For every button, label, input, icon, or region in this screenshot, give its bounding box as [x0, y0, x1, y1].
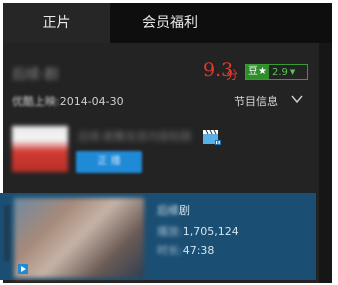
- play-icon: [18, 264, 28, 274]
- scrollbar[interactable]: [319, 43, 332, 283]
- episode-title-suffix: 剧: [179, 204, 190, 217]
- show-title: 后续·剧: [12, 67, 59, 83]
- tab-bar: 正片 会员福利: [3, 3, 332, 43]
- episode-thumbnail[interactable]: [14, 198, 144, 278]
- score-unit: 分: [226, 68, 239, 82]
- online-date-value: 2014-04-30: [59, 95, 124, 108]
- duration: 时长:47:38: [157, 242, 214, 258]
- tab-member-benefits[interactable]: 会员福利: [110, 3, 230, 43]
- play-count: 播放:1,705,124: [157, 223, 239, 239]
- play-button[interactable]: 正 播: [76, 151, 142, 173]
- clapperboard-icon: [203, 129, 221, 145]
- row-edge-decoration: [4, 205, 10, 261]
- douban-rating-badge[interactable]: 豆★ 2.9 ▼: [245, 64, 308, 80]
- douban-label: 豆★: [246, 65, 269, 79]
- duration-prefix: 时长:: [157, 244, 183, 257]
- online-date: 优酷上映:2014-04-30: [12, 93, 124, 109]
- tab-main-feature[interactable]: 正片: [3, 3, 110, 43]
- play-button-label: 正 播: [97, 156, 121, 167]
- chevron-down-icon[interactable]: [290, 93, 304, 105]
- online-date-prefix: 优酷上映:: [12, 95, 60, 108]
- duration-value: 47:38: [182, 244, 215, 257]
- program-info-link[interactable]: 节目信息: [234, 93, 278, 109]
- episode-title[interactable]: 后续剧: [157, 202, 190, 218]
- episode-title-blurred: 后续: [157, 204, 179, 217]
- episode-thumbnail[interactable]: [12, 126, 68, 172]
- play-count-prefix: 播放:: [157, 225, 183, 238]
- play-count-value: 1,705,124: [182, 225, 239, 238]
- episode-title[interactable]: 后续·剧集信息内容标题: [78, 128, 192, 144]
- chevron-down-icon: ▼: [289, 68, 296, 76]
- douban-value: 2.9: [271, 66, 288, 78]
